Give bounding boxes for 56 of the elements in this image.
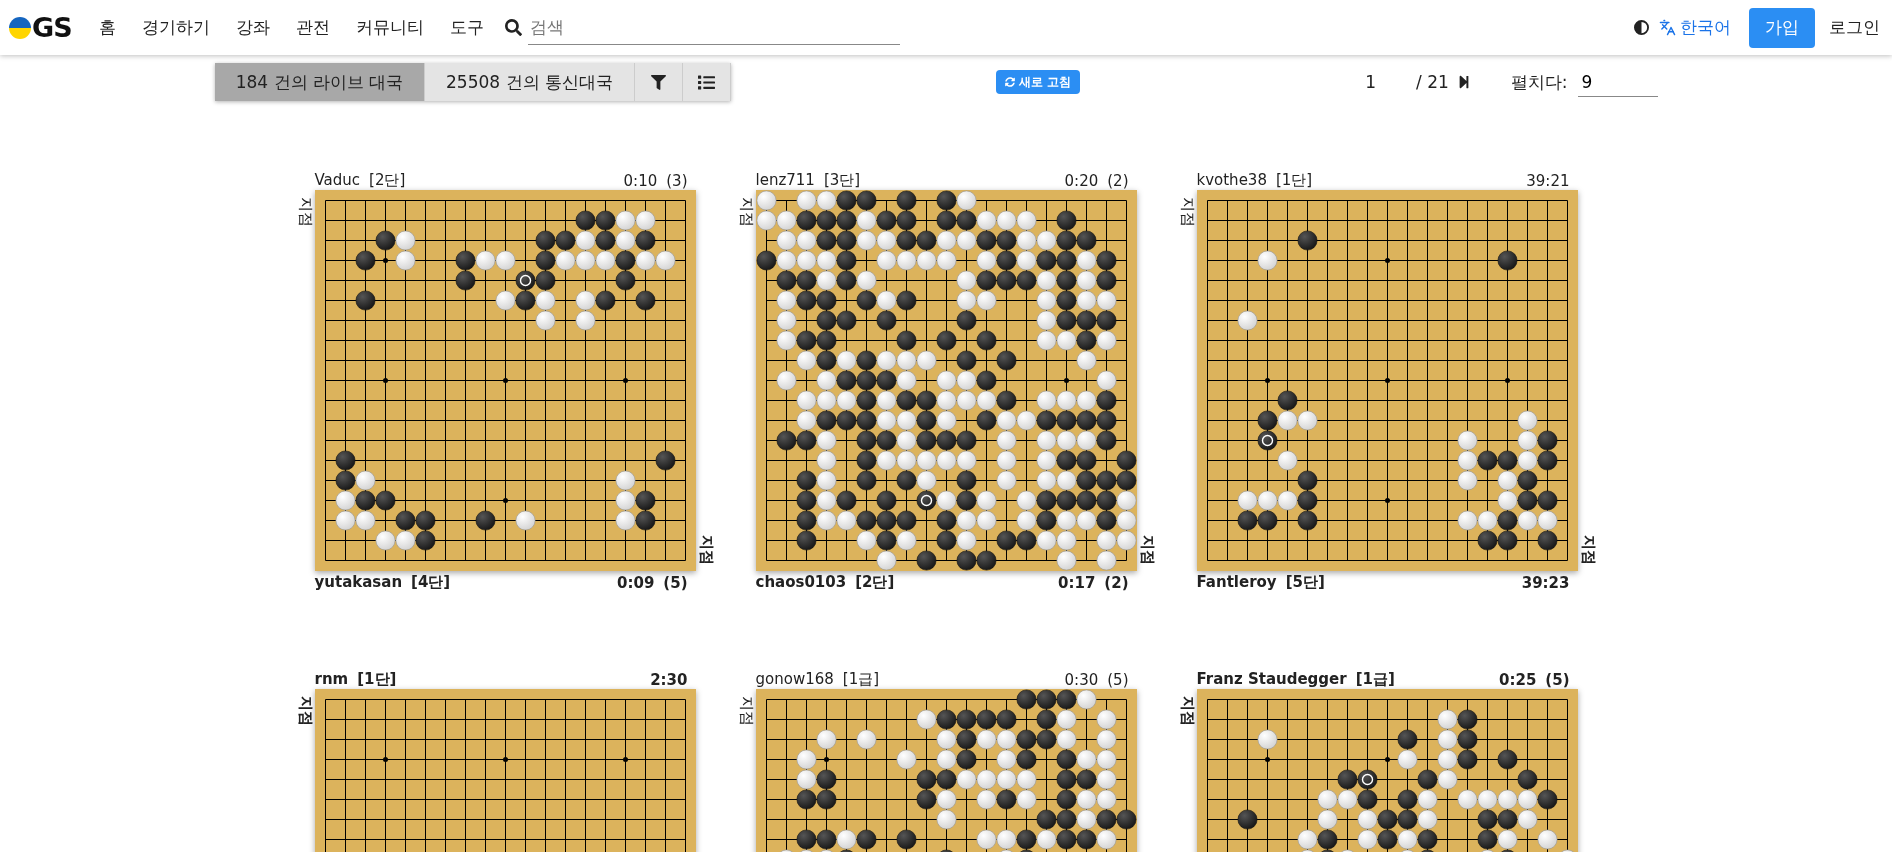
games-tab[interactable]: 184 건의 라이브 대국 [215, 63, 425, 101]
player-name: Franz Staudegger [1196, 670, 1347, 689]
logo-text[interactable]: GS [32, 12, 72, 43]
login-link[interactable]: 로그인 [1829, 16, 1880, 39]
nav-link[interactable]: 경기하기 [128, 16, 223, 39]
language-link[interactable]: 한국어 [1659, 16, 1731, 39]
player-rank: [1급] [1355, 670, 1395, 689]
game-clock: 0:20 [1064, 172, 1099, 190]
player-name: kvothe38 [1196, 171, 1267, 190]
player-rank: [4단] [411, 573, 451, 592]
side-label: 지점 [736, 196, 755, 227]
page-total: / 21 [1416, 72, 1449, 92]
player-rank: [2단] [855, 573, 895, 592]
player-name: chaos0103 [755, 573, 847, 592]
side-label: 지점 [1137, 534, 1156, 565]
byoyomi-periods: (5) [1107, 671, 1129, 689]
nav-link[interactable]: 관전 [282, 16, 343, 39]
byoyomi-periods: (5) [663, 574, 688, 592]
byoyomi-periods: (2) [1107, 172, 1129, 190]
side-label: 지점 [295, 196, 314, 227]
player-name: rnm [314, 670, 349, 689]
side-label: 지점 [295, 695, 314, 726]
byoyomi-periods: (3) [666, 172, 688, 190]
side-label: 지점 [736, 695, 755, 726]
nav-link[interactable]: 도구 [436, 16, 497, 39]
game-clock: 0:25 [1499, 671, 1537, 689]
side-label: 지점 [696, 534, 715, 565]
game-clock: 0:30 [1064, 671, 1099, 689]
player-name: Vaduc [314, 171, 361, 190]
player-rank: [3단] [823, 171, 861, 190]
nav-link[interactable]: 홈 [85, 16, 129, 39]
side-label: 지점 [1578, 534, 1597, 565]
player-rank: [2단] [369, 171, 406, 190]
player-rank: [1단] [357, 670, 397, 689]
player-rank: [1단] [1275, 171, 1313, 190]
current-page: 1 [1365, 72, 1376, 92]
game-clock: 2:30 [650, 671, 688, 689]
byoyomi-periods: (2) [1104, 574, 1129, 592]
side-label: 지점 [1177, 196, 1196, 227]
games-tab[interactable]: 25508 건의 통신대국 [425, 63, 635, 101]
byoyomi-periods: (5) [1545, 671, 1570, 689]
nav-link[interactable]: 커뮤니티 [342, 16, 437, 39]
side-label: 지점 [1177, 695, 1196, 726]
game-clock: 39:23 [1521, 574, 1570, 592]
player-rank: [1급] [842, 670, 880, 689]
game-clock: 0:17 [1058, 574, 1096, 592]
player-name: yutakasan [314, 573, 403, 592]
nav-link[interactable]: 강좌 [222, 16, 283, 39]
player-name: lenz711 [755, 171, 815, 190]
player-name: gonow168 [755, 670, 834, 689]
game-clock: 0:09 [617, 574, 655, 592]
player-name: Fantleroy [1196, 573, 1277, 592]
per-page-label: 펼치다: [1510, 70, 1568, 94]
player-rank: [5단] [1285, 573, 1325, 592]
game-clock: 39:21 [1526, 172, 1570, 190]
game-clock: 0:10 [623, 172, 658, 190]
